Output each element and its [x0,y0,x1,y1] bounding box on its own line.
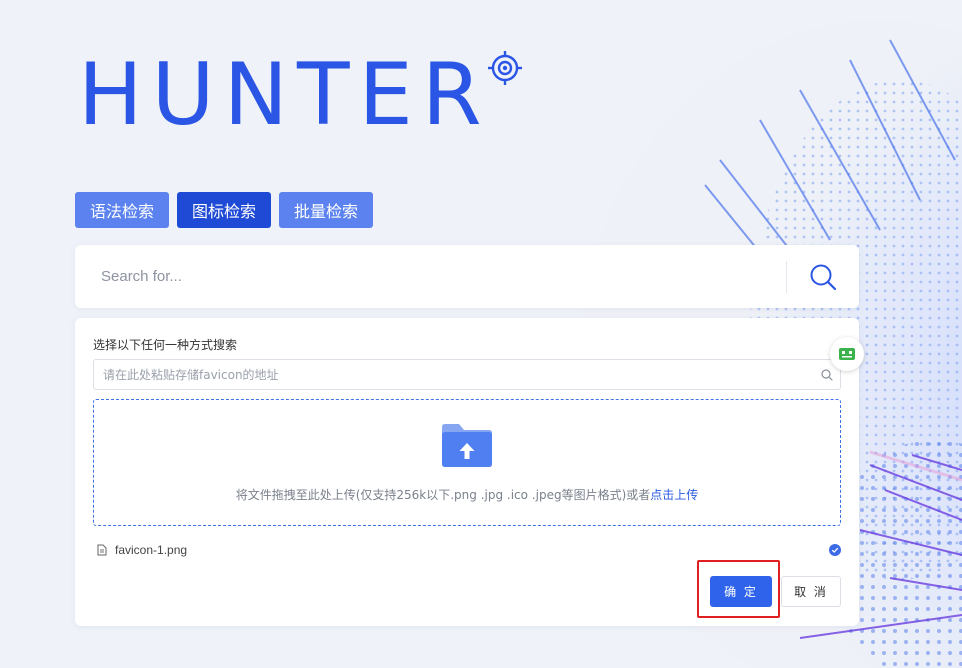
dropzone-hint: 将文件拖拽至此处上传(仅支持256k以下.png .jpg .ico .jpeg… [94,486,840,503]
favicon-url-input[interactable] [94,367,814,382]
dropzone-hint-text: 将文件拖拽至此处上传(仅支持256k以下.png .jpg .ico .jpeg… [235,488,651,502]
logo-text: HUNTER [78,45,491,145]
confirm-button[interactable]: 确 定 [710,576,772,607]
search-bar [75,245,859,308]
icon-search-panel: 选择以下任何一种方式搜索 将文件拖拽至此处上传(仅支持256k以下.png .j… [75,318,859,626]
crosshair-icon [487,51,522,85]
click-upload-link[interactable]: 点击上传 [650,488,698,502]
check-circle-icon [829,544,841,556]
document-icon [97,544,107,556]
search-icon [810,264,837,290]
search-mode-tabs: 语法检索 图标检索 批量检索 [75,192,374,228]
folder-upload-icon [442,424,492,467]
small-search-icon [821,368,833,381]
favicon-url-field [93,359,841,390]
uploaded-file-item: favicon-1.png [97,541,841,559]
file-name: favicon-1.png [115,543,188,557]
hunter-logo: HUNTER [78,50,523,140]
helper-float-button[interactable] [830,337,864,371]
tab-icon-search[interactable]: 图标检索 [177,192,272,228]
cancel-button[interactable]: 取 消 [781,576,841,607]
upload-dropzone[interactable]: 将文件拖拽至此处上传(仅支持256k以下.png .jpg .ico .jpeg… [93,399,841,526]
tab-batch-search[interactable]: 批量检索 [279,192,374,228]
search-input[interactable] [75,256,786,297]
robot-helper-icon [839,348,855,360]
search-button[interactable] [787,245,859,308]
tab-syntax-search[interactable]: 语法检索 [75,192,170,228]
panel-title: 选择以下任何一种方式搜索 [93,338,238,352]
